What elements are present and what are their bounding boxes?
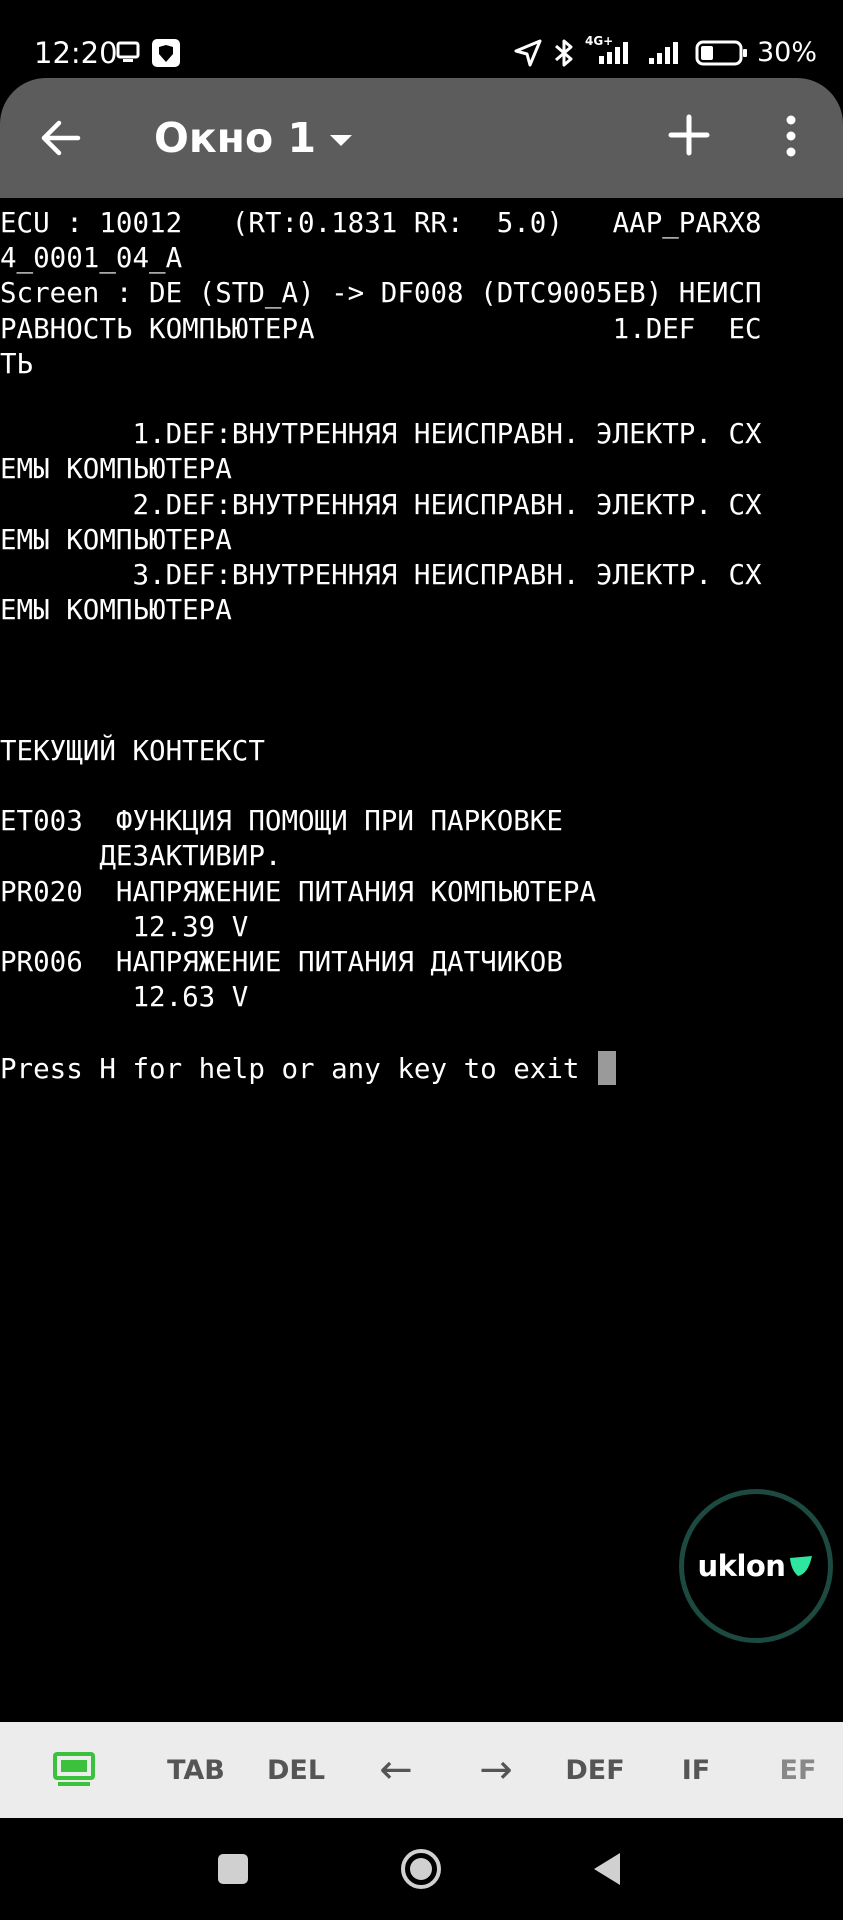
status-time: 12:20 (34, 36, 118, 70)
back-nav-icon[interactable] (590, 1850, 624, 1888)
battery-icon (695, 40, 747, 66)
signal-4g-icon: 4G+ (585, 34, 639, 68)
back-arrow-icon[interactable] (38, 116, 82, 160)
terminal-line: ДЕЗАКТИВИР. (0, 840, 282, 873)
terminal-line: РАВНОСТЬ КОМПЬЮТЕРА 1.DEF ЕС (0, 312, 762, 345)
battery-percent: 30% (756, 37, 817, 68)
more-options-icon[interactable] (776, 114, 806, 158)
key-ef[interactable]: EF (762, 1722, 834, 1818)
terminal-line: ТЕКУЩИЙ КОНТЕКСТ (0, 734, 265, 767)
uklon-floating-button[interactable]: uklon (679, 1489, 833, 1643)
status-bar: 12:20 4G+ 30% (0, 0, 843, 78)
key-def[interactable]: DEF (559, 1722, 631, 1818)
terminal-line: 12.39 V (0, 910, 249, 943)
key-del[interactable]: DEL (260, 1722, 332, 1818)
extra-keys-bar: TAB DEL ← → DEF IF EF (0, 1722, 843, 1818)
app-bar: Окно 1 (0, 78, 843, 198)
recent-apps-icon[interactable] (216, 1852, 250, 1886)
terminal-line: 4_0001_04_A (0, 242, 183, 275)
dropdown-arrow-icon[interactable] (328, 132, 354, 148)
signal-icon (648, 42, 678, 64)
system-nav-bar (0, 1818, 843, 1920)
status-left-icons (116, 38, 192, 72)
terminal-line: PR020 НАПРЯЖЕНИЕ ПИТАНИЯ КОМПЬЮТЕРА (0, 875, 597, 908)
terminal-line: 1.DEF:ВНУТРЕННЯЯ НЕИСПРАВН. ЭЛЕКТР. СХ (0, 418, 762, 451)
terminal-line: ТЬ (0, 347, 34, 380)
status-right: 4G+ 30% (513, 34, 817, 70)
terminal-line: 2.DEF:ВНУТРЕННЯЯ НЕИСПРАВН. ЭЛЕКТР. СХ (0, 488, 762, 521)
terminal-line: PR006 НАПРЯЖЕНИЕ ПИТАНИЯ ДАТЧИКОВ (0, 945, 563, 978)
terminal-line: ECU : 10012 (RT:0.1831 RR: 5.0) AAP_PARX… (0, 207, 762, 239)
keyboard-toggle-button[interactable] (44, 1722, 104, 1818)
key-left-arrow[interactable]: ← (360, 1722, 432, 1818)
window-title[interactable]: Окно 1 (154, 114, 316, 162)
keyboard-icon (53, 1752, 95, 1786)
terminal-line: Screen : DE (STD_A) -> DF008 (DTC9005EB)… (0, 277, 762, 310)
location-icon (514, 39, 542, 67)
terminal-line: ЕМЫ КОМПЬЮТЕРА (0, 594, 232, 627)
uklon-label: uklon (697, 1549, 786, 1583)
terminal-line: ET003 ФУНКЦИЯ ПОМОЩИ ПРИ ПАРКОВКЕ (0, 805, 563, 838)
screen-cast-icon (116, 39, 180, 67)
terminal-line: 12.63 V (0, 981, 249, 1014)
key-if[interactable]: IF (660, 1722, 732, 1818)
home-icon[interactable] (399, 1847, 443, 1891)
key-right-arrow[interactable]: → (460, 1722, 532, 1818)
terminal-output[interactable]: ECU : 10012 (RT:0.1831 RR: 5.0) AAP_PARX… (0, 206, 843, 1086)
bluetooth-icon (555, 39, 573, 67)
terminal-cursor (598, 1050, 617, 1085)
terminal-line: ЕМЫ КОМПЬЮТЕРА (0, 523, 232, 556)
key-tab[interactable]: TAB (160, 1722, 232, 1818)
terminal-line: ЕМЫ КОМПЬЮТЕРА (0, 453, 232, 486)
add-window-icon[interactable] (668, 114, 710, 156)
uklon-logo-icon (790, 1556, 813, 1576)
terminal-line: 3.DEF:ВНУТРЕННЯЯ НЕИСПРАВН. ЭЛЕКТР. СХ (0, 558, 762, 591)
terminal-line: Press H for help or any key to exit (0, 1050, 843, 1086)
